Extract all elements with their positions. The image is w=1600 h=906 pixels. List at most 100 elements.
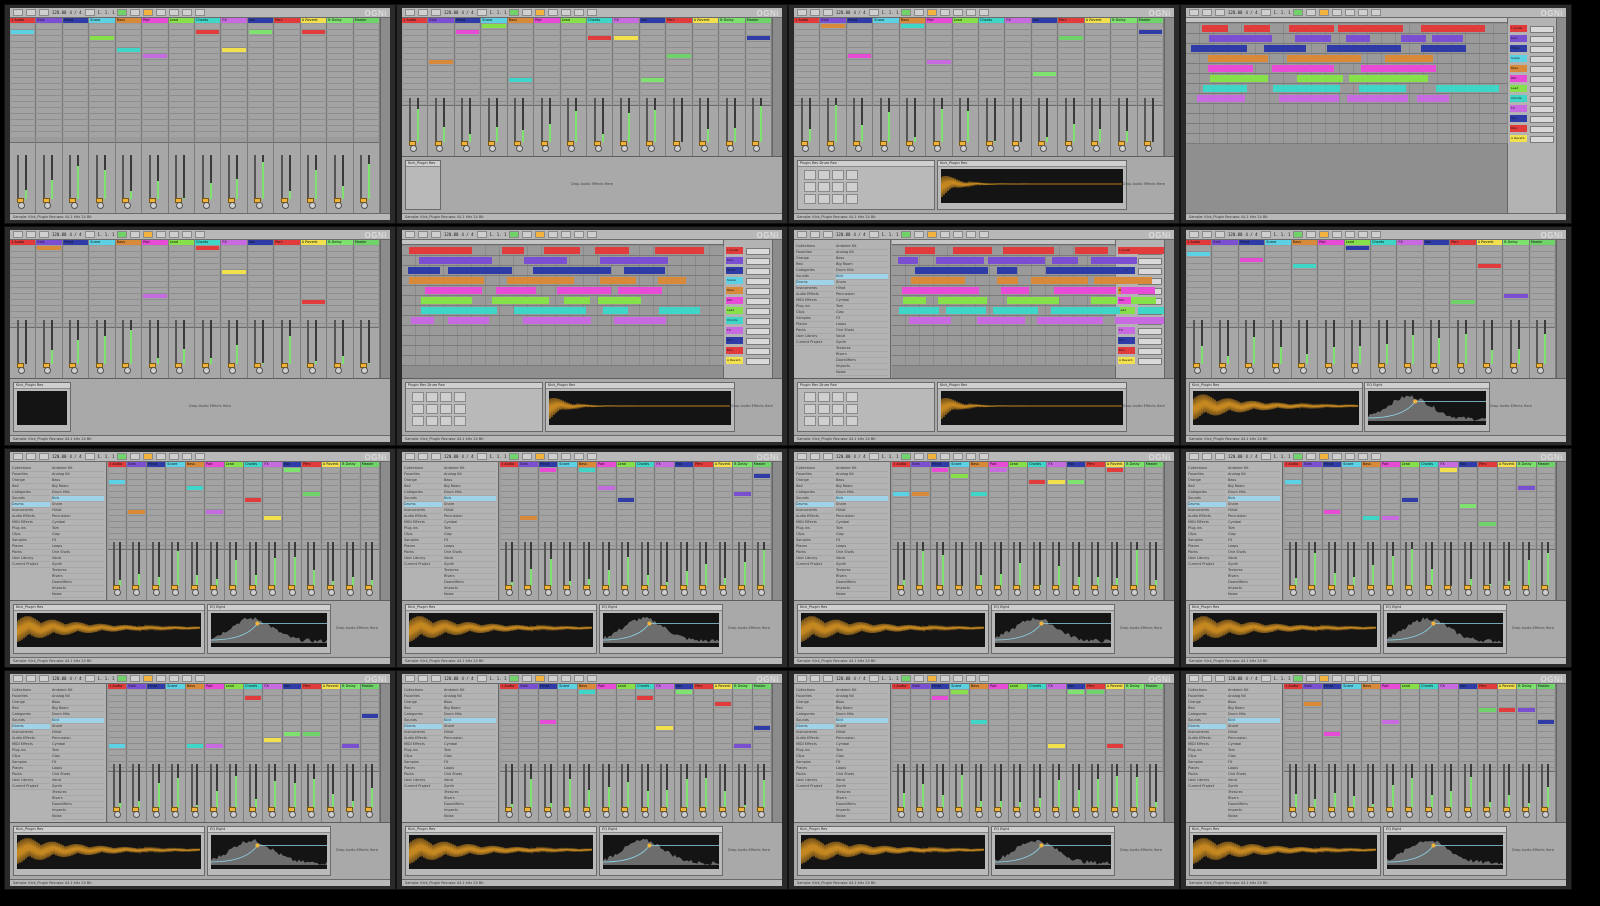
track-header[interactable]: B Delay [733, 462, 752, 467]
track-header[interactable]: Master [1144, 462, 1163, 467]
pan-knob[interactable] [907, 145, 915, 152]
volume-fader[interactable] [461, 98, 464, 142]
track-header[interactable]: Vox [674, 684, 694, 689]
pan-knob[interactable] [462, 145, 470, 152]
track-header-name[interactable]: Kick [1510, 35, 1527, 42]
play-button[interactable] [1293, 231, 1304, 238]
play-button[interactable] [117, 231, 128, 238]
track-header[interactable]: Bass [969, 684, 989, 689]
pan-knob[interactable] [719, 811, 727, 818]
clip-slot-clip[interactable] [196, 30, 220, 34]
pan-knob[interactable] [727, 145, 735, 152]
track-column[interactable]: A Reverb [1476, 240, 1504, 378]
arrangement-clip[interactable] [1296, 75, 1344, 82]
drum-pad[interactable] [454, 416, 466, 426]
track-column[interactable]: Chords [587, 18, 614, 156]
track-column[interactable]: A Reverb [692, 18, 720, 156]
transport-button[interactable] [26, 231, 36, 238]
pan-knob[interactable] [1013, 145, 1021, 152]
track-header[interactable]: Snare [1265, 240, 1291, 245]
volume-fader[interactable] [1245, 320, 1248, 364]
track-column[interactable]: 1 Audio [1284, 684, 1304, 822]
pan-knob[interactable] [1326, 367, 1334, 374]
track-header[interactable]: Master [1137, 18, 1163, 23]
pan-knob[interactable] [133, 811, 141, 818]
arrangement-clip[interactable] [599, 277, 637, 284]
arrangement-clip[interactable] [937, 297, 988, 304]
clip-slot-clip[interactable] [821, 24, 845, 28]
arrangement-clip[interactable] [1400, 35, 1426, 42]
track-header[interactable]: FX [1439, 462, 1458, 467]
pan-knob[interactable] [986, 145, 994, 152]
toolbar-toggle[interactable] [1358, 453, 1369, 460]
track-header[interactable]: A Reverb [713, 684, 733, 689]
volume-fader[interactable] [345, 764, 348, 808]
volume-fader[interactable] [171, 542, 174, 586]
pan-knob[interactable] [936, 589, 944, 596]
track-header[interactable]: Bass [115, 240, 142, 245]
track-column[interactable]: B Delay [341, 462, 361, 600]
meter-readout[interactable]: 4 / 4 [1245, 232, 1257, 237]
toolbar-toggle[interactable] [1332, 9, 1343, 16]
transport-button[interactable] [797, 453, 807, 460]
volume-fader[interactable] [365, 542, 368, 586]
transport-button[interactable] [797, 675, 807, 682]
track-header[interactable]: Master [1529, 240, 1555, 245]
track-column[interactable]: Hihat [846, 18, 874, 156]
simpler-device[interactable]: Kick_Plugin Rev [13, 604, 205, 654]
track-header[interactable]: Kick [1303, 684, 1322, 689]
track-header[interactable]: Pad [1318, 240, 1344, 245]
track-column[interactable]: Lead [1400, 684, 1420, 822]
tempo-readout[interactable]: 120.00 [1228, 454, 1242, 459]
pan-knob[interactable] [1053, 811, 1061, 818]
pan-knob[interactable] [1014, 811, 1022, 818]
track-header[interactable]: Kick [519, 462, 538, 467]
transport-button[interactable] [1215, 453, 1225, 460]
waveform-display[interactable] [1193, 835, 1377, 865]
arrangement-clip[interactable] [495, 287, 536, 294]
volume-fader[interactable] [1192, 320, 1195, 364]
tempo-readout[interactable]: 120.00 [444, 10, 458, 15]
transport-button[interactable] [1189, 231, 1199, 238]
transport-button[interactable] [418, 675, 428, 682]
pan-knob[interactable] [641, 811, 649, 818]
metronome-button[interactable] [84, 9, 95, 16]
drum-pad[interactable] [412, 392, 424, 402]
clip-slot-clip[interactable] [539, 720, 557, 724]
track-header-name[interactable]: Perc [1510, 125, 1527, 132]
browser-item[interactable]: Noise [444, 592, 496, 598]
position-readout[interactable]: 1. 1. 1 [98, 454, 115, 459]
track-header[interactable]: A Reverb [692, 18, 719, 23]
track-column[interactable]: 1 Audio [10, 240, 37, 378]
drum-pad[interactable] [804, 416, 816, 426]
track-header[interactable]: Kick [36, 18, 62, 23]
volume-fader[interactable] [148, 155, 151, 199]
drum-pad[interactable] [832, 182, 844, 192]
track-column[interactable]: Kick [428, 18, 455, 156]
track-header-name[interactable]: FX [1118, 327, 1135, 334]
toolbar-toggle[interactable] [169, 675, 180, 682]
track-controls[interactable] [1530, 56, 1554, 63]
toolbar-toggle[interactable] [1332, 675, 1343, 682]
clip-slot-clip[interactable] [578, 690, 596, 694]
pan-knob[interactable] [288, 589, 296, 596]
track-header[interactable]: Hihat [62, 240, 89, 245]
instrument-device[interactable]: Kick_Plugin Rev [405, 160, 441, 210]
toolbar-toggle[interactable] [182, 675, 193, 682]
track-header[interactable]: FX [1439, 684, 1458, 689]
track-column[interactable]: 1 Audio [1186, 240, 1213, 378]
browser-place-item[interactable]: Current Project [12, 784, 50, 790]
drum-pad[interactable] [846, 416, 858, 426]
pan-knob[interactable] [525, 589, 533, 596]
volume-fader[interactable] [1129, 764, 1132, 808]
track-column[interactable]: FX [1397, 240, 1424, 378]
clip-slot-clip[interactable] [931, 696, 949, 700]
position-readout[interactable]: 1. 1. 1 [490, 676, 507, 681]
pan-knob[interactable] [1522, 811, 1530, 818]
clip-slot-clip[interactable] [361, 714, 378, 718]
browser-place-item[interactable]: Current Project [1188, 784, 1226, 790]
track-column[interactable]: Pad [1381, 684, 1401, 822]
clip-slot-clip[interactable] [1382, 720, 1399, 724]
arrangement-clip[interactable] [1075, 247, 1109, 254]
track-column[interactable]: Lead [1400, 462, 1420, 600]
